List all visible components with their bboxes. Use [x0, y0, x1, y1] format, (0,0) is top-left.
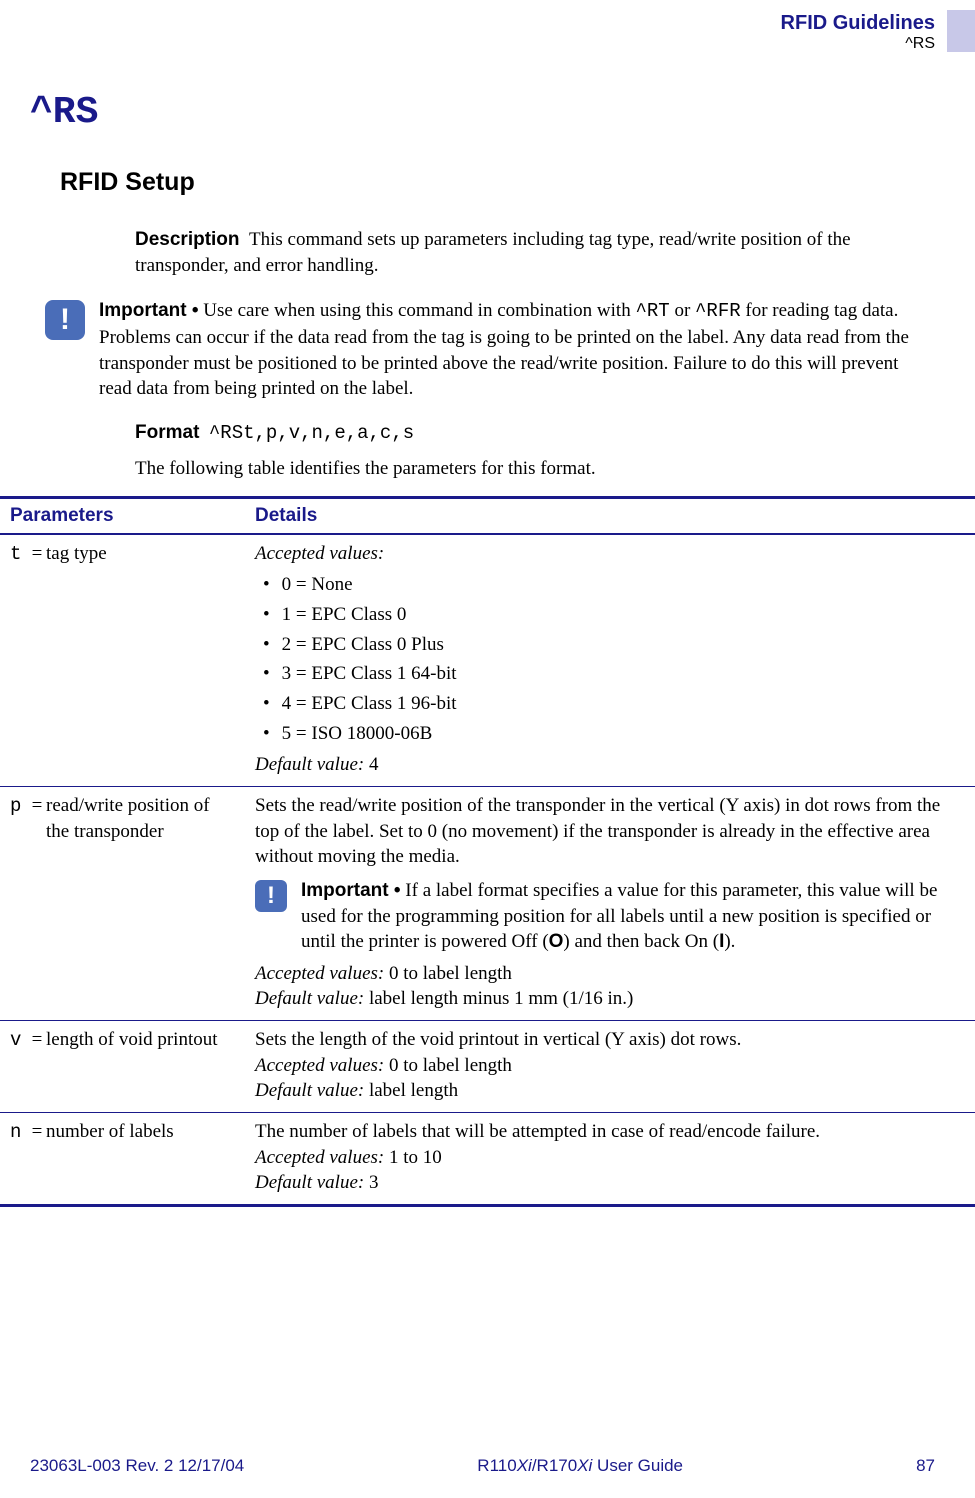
description-block: Description This command sets up paramet…	[0, 197, 975, 278]
list-item: 1 = EPC Class 0	[263, 600, 965, 630]
accepted-label: Accepted values:	[255, 963, 384, 984]
accepted-label: Accepted values:	[255, 1055, 384, 1076]
important-mid: or	[670, 300, 695, 321]
param-desc: Sets the length of the void printout in …	[255, 1027, 965, 1053]
important-callout: ! Important • Use care when using this c…	[0, 298, 975, 402]
param-name: tag type	[46, 541, 226, 567]
param-t: t=tag type	[0, 534, 245, 787]
table-row: p=read/write position of the transponder…	[0, 786, 975, 1020]
default-val: label length	[364, 1080, 458, 1101]
table-intro: The following table identifies the param…	[0, 444, 975, 496]
table-row: t=tag type Accepted values: 0 = None 1 =…	[0, 534, 975, 787]
parameters-table: Parameters Details t=tag type Accepted v…	[0, 496, 975, 1207]
param-code: p	[10, 794, 28, 820]
default-label: Default value:	[255, 988, 364, 1009]
footer-cb: Xi	[517, 1456, 532, 1475]
page-tab-marker	[947, 10, 975, 52]
default-val: label length minus 1 mm (1/16 in.)	[364, 988, 633, 1009]
format-label: Format	[135, 422, 199, 443]
default-val: 3	[364, 1172, 378, 1193]
footer-cc: /R170	[532, 1456, 577, 1475]
accepted-val: 0 to label length	[384, 1055, 512, 1076]
accepted-label: Accepted values:	[255, 541, 965, 567]
footer-center: R110Xi/R170Xi User Guide	[477, 1456, 683, 1476]
param-desc: The number of labels that will be attemp…	[255, 1119, 965, 1145]
details-v: Sets the length of the void printout in …	[245, 1021, 975, 1113]
details-p: Sets the read/write position of the tran…	[245, 786, 975, 1020]
exclamation-icon: !	[255, 880, 287, 912]
important-text: Important • Use care when using this com…	[99, 298, 915, 402]
imp-post: ).	[724, 931, 735, 952]
footer-ca: R110	[477, 1456, 516, 1475]
param-code: v	[10, 1028, 28, 1054]
accepted-label: Accepted values:	[255, 1147, 384, 1168]
param-desc: Sets the read/write position of the tran…	[255, 793, 965, 870]
important-label: Important •	[301, 880, 401, 901]
footer-cd: Xi	[577, 1456, 592, 1475]
important-label: Important •	[99, 300, 199, 321]
code-rfr: ^RFR	[695, 300, 741, 322]
table-row: v=length of void printout Sets the lengt…	[0, 1021, 975, 1113]
footer-right: 87	[916, 1456, 935, 1476]
footer-left: 23063L-003 Rev. 2 12/17/04	[30, 1456, 244, 1476]
param-code: t	[10, 542, 28, 568]
code-rt: ^RT	[635, 300, 669, 322]
header-parameters: Parameters	[0, 497, 245, 534]
param-name: read/write position of the transponder	[46, 793, 226, 844]
command-title: ^RS	[0, 53, 975, 134]
default-label: Default value:	[255, 754, 364, 775]
format-code: ^RSt,p,v,n,e,a,c,s	[209, 422, 414, 444]
important-callout-nested: ! Important • If a label format specifie…	[255, 878, 965, 955]
table-header-row: Parameters Details	[0, 497, 975, 534]
default-val: 4	[364, 754, 378, 775]
footer-ce: User Guide	[592, 1456, 683, 1475]
description-text: This command sets up parameters includin…	[135, 229, 851, 276]
param-code: n	[10, 1120, 28, 1146]
description-label: Description	[135, 229, 240, 250]
important-pre: Use care when using this command in comb…	[203, 300, 635, 321]
accepted-val: 1 to 10	[384, 1147, 442, 1168]
details-t: Accepted values: 0 = None 1 = EPC Class …	[245, 534, 975, 787]
list-item: 3 = EPC Class 1 64-bit	[263, 659, 965, 689]
param-p: p=read/write position of the transponder	[0, 786, 245, 1020]
accepted-val: 0 to label length	[384, 963, 512, 984]
important-nested-text: Important • If a label format specifies …	[301, 878, 965, 955]
list-item: 5 = ISO 18000-06B	[263, 719, 965, 749]
param-v: v=length of void printout	[0, 1021, 245, 1113]
list-item: 4 = EPC Class 1 96-bit	[263, 689, 965, 719]
header-details: Details	[245, 497, 975, 534]
exclamation-icon: !	[45, 300, 85, 340]
default-label: Default value:	[255, 1080, 364, 1101]
page-header: RFID Guidelines ^RS	[0, 0, 975, 53]
table-row: n=number of labels The number of labels …	[0, 1113, 975, 1206]
default-label: Default value:	[255, 1172, 364, 1193]
list-item: 0 = None	[263, 570, 965, 600]
format-block: Format ^RSt,p,v,n,e,a,c,s	[0, 402, 975, 444]
imp-o: O	[549, 931, 564, 952]
param-name: length of void printout	[46, 1027, 226, 1053]
page-footer: 23063L-003 Rev. 2 12/17/04 R110Xi/R170Xi…	[0, 1456, 975, 1476]
list-item: 2 = EPC Class 0 Plus	[263, 630, 965, 660]
details-n: The number of labels that will be attemp…	[245, 1113, 975, 1206]
bullet-list: 0 = None 1 = EPC Class 0 2 = EPC Class 0…	[255, 566, 965, 752]
param-n: n=number of labels	[0, 1113, 245, 1206]
header-title: RFID Guidelines	[0, 12, 935, 35]
section-title: RFID Setup	[0, 134, 975, 197]
param-name: number of labels	[46, 1119, 226, 1145]
imp-mid: ) and then back On (	[563, 931, 719, 952]
header-subtitle: ^RS	[0, 35, 935, 53]
